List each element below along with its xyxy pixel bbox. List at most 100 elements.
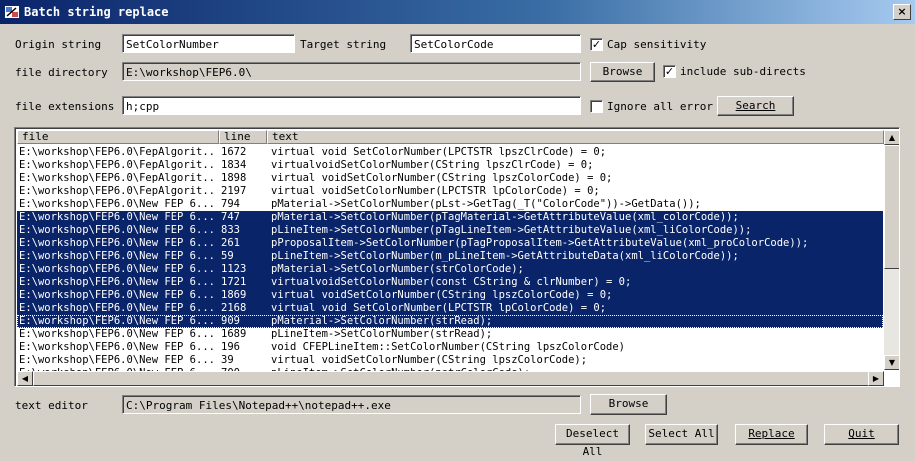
file-directory-input[interactable]: E:\workshop\FEP6.0\ [122,62,581,81]
cell-file: E:\workshop\FEP6.0\New FEP 6... [19,250,215,262]
browse-editor-button[interactable]: Browse [590,394,667,415]
cell-line: 2168 [221,302,247,314]
arrow-up-icon: ▲ [888,133,896,142]
cell-text: virtual voidSetColorNumber(CString lpszC… [271,354,588,366]
cell-file: E:\workshop\FEP6.0\FepAlgorit... [19,185,215,197]
quit-button[interactable]: Quit [824,424,899,445]
text-editor-input[interactable]: C:\Program Files\Notepad++\notepad++.exe [122,395,581,414]
target-string-input[interactable]: SetColorCode [410,34,581,53]
cell-text: pMaterial->SetColorNumber(strColorCode); [271,263,524,275]
ignore-errors-checkbox[interactable] [590,100,603,113]
cell-line: 1869 [221,289,247,301]
replace-button[interactable]: Replace [735,424,808,445]
table-row[interactable]: E:\workshop\FEP6.0\New FEP 6... 794 pMater… [17,198,883,211]
browse-directory-button[interactable]: Browse [590,62,655,82]
cell-line: 1898 [221,172,247,184]
arrow-right-icon: ▶ [872,374,880,383]
cell-line: 39 [221,354,234,366]
text-editor-label: text editor [15,399,88,412]
cell-line: 196 [221,341,240,353]
cell-file: E:\workshop\FEP6.0\New FEP 6... [19,315,215,327]
cell-file: E:\workshop\FEP6.0\New FEP 6... [19,354,215,366]
cell-text: virtual void SetColorNumber(LPCTSTR lpsz… [271,146,607,158]
cap-sensitivity-label: Cap sensitivity [607,38,707,51]
arrow-left-icon: ◀ [21,374,29,383]
column-header-file[interactable]: file [17,130,219,144]
table-row[interactable]: E:\workshop\FEP6.0\FepAlgorit... 2197 virt… [17,185,883,198]
cell-line: 1672 [221,146,247,158]
cell-file: E:\workshop\FEP6.0\FepAlgorit... [19,172,215,184]
table-row[interactable]: E:\workshop\FEP6.0\New FEP 6... 909 pMater… [17,315,883,328]
cell-text: pLineItem->SetColorNumber(m_pLineItem->G… [271,250,739,262]
cell-text: virtualvoidSetColorNumber(const CString … [271,276,632,288]
ignore-errors-label: Ignore all error [607,100,713,113]
cell-line: 261 [221,237,240,249]
quit-button-label: Quit [848,427,875,440]
cell-text: virtual voidSetColorNumber(LPCTSTR lpCol… [271,185,600,197]
column-header-line[interactable]: line [219,130,267,144]
cap-sensitivity-checkbox[interactable]: ✓ [590,38,603,51]
arrow-down-icon: ▼ [888,358,896,367]
horizontal-scroll-thumb[interactable] [33,371,869,386]
table-row[interactable]: E:\workshop\FEP6.0\New FEP 6... 261 pPropo… [17,237,883,250]
cell-file: E:\workshop\FEP6.0\New FEP 6... [19,302,215,314]
cell-line: 59 [221,250,234,262]
cell-text: virtual voidSetColorNumber(CString lpszC… [271,289,613,301]
close-button[interactable]: × [893,4,911,20]
cell-text: virtual void SetColorNumber(LPCTSTR lpCo… [271,302,607,314]
file-extensions-label: file extensions [15,100,115,113]
cell-file: E:\workshop\FEP6.0\FepAlgorit... [19,159,215,171]
table-row[interactable]: E:\workshop\FEP6.0\New FEP 6... 833 pLineI… [17,224,883,237]
table-row[interactable]: E:\workshop\FEP6.0\New FEP 6... 1721 virtu… [17,276,883,289]
table-row[interactable]: E:\workshop\FEP6.0\New FEP 6... 59 pLineIt… [17,250,883,263]
cell-text: void CFEPLineItem::SetColorNumber(CStrin… [271,341,626,353]
include-subdirs-checkbox[interactable]: ✓ [663,65,676,78]
column-header-text[interactable]: text [267,130,884,144]
table-row[interactable]: E:\workshop\FEP6.0\New FEP 6... 1123 pMate… [17,263,883,276]
file-extensions-input[interactable]: h;cpp [122,96,581,115]
window-title: Batch string replace [24,5,169,19]
table-row[interactable]: E:\workshop\FEP6.0\FepAlgorit... 1672 virt… [17,146,883,159]
origin-string-input[interactable]: SetColorNumber [122,34,295,53]
cell-line: 1123 [221,263,247,275]
search-button[interactable]: Search [717,96,794,116]
cell-line: 1721 [221,276,247,288]
cell-file: E:\workshop\FEP6.0\New FEP 6... [19,237,215,249]
cell-file: E:\workshop\FEP6.0\FepAlgorit... [19,146,215,158]
cell-line: 909 [221,315,240,327]
cell-line: 794 [221,198,240,210]
target-string-label: Target string [300,38,387,51]
table-row[interactable]: E:\workshop\FEP6.0\New FEP 6... 39 virtual… [17,354,883,367]
table-row[interactable]: E:\workshop\FEP6.0\FepAlgorit... 1834 virt… [17,159,883,172]
vertical-scroll-thumb[interactable] [884,145,899,269]
vertical-scrollbar[interactable]: ▲ ▼ [884,130,899,370]
cell-file: E:\workshop\FEP6.0\New FEP 6... [19,211,215,223]
cell-text: virtualvoidSetColorNumber(CString lpszCl… [271,159,594,171]
table-row[interactable]: E:\workshop\FEP6.0\New FEP 6... 196 void C… [17,341,883,354]
scroll-right-button[interactable]: ▶ [868,371,884,386]
horizontal-scrollbar[interactable]: ◀ ▶ [17,371,884,386]
cell-file: E:\workshop\FEP6.0\New FEP 6... [19,263,215,275]
select-all-button[interactable]: Select All [645,424,718,445]
table-row[interactable]: E:\workshop\FEP6.0\New FEP 6... 1689 pLine… [17,328,883,341]
app-icon [5,6,19,18]
search-button-label: Search [735,99,776,112]
results-list[interactable]: file line text E:\workshop\FEP6.0\FepAlg… [14,127,900,387]
cell-text: pLineItem->SetColorNumber(strRead); [271,328,493,340]
scroll-down-button[interactable]: ▼ [884,355,899,370]
table-row[interactable]: E:\workshop\FEP6.0\New FEP 6... 1869 virtu… [17,289,883,302]
scroll-up-button[interactable]: ▲ [884,130,899,145]
cell-text: pProposalItem->SetColorNumber(pTagPropos… [271,237,809,249]
check-icon: ✓ [664,65,675,78]
deselect-all-button[interactable]: Deselect All [555,424,630,458]
table-row[interactable]: E:\workshop\FEP6.0\New FEP 6... 747 pMater… [17,211,883,224]
cell-text: pLineItem->SetColorNumber(pTagLineItem->… [271,224,752,236]
cell-line: 747 [221,211,240,223]
table-row[interactable]: E:\workshop\FEP6.0\New FEP 6... 2168 virtu… [17,302,883,315]
scroll-left-button[interactable]: ◀ [17,371,33,386]
cell-text: pMaterial->SetColorNumber(strRead); [271,315,493,327]
table-row[interactable]: E:\workshop\FEP6.0\FepAlgorit... 1898 virt… [17,172,883,185]
cell-text: virtual voidSetColorNumber(CString lpszC… [271,172,613,184]
cell-line: 1834 [221,159,247,171]
include-subdirs-label: include sub-directs [680,65,806,78]
